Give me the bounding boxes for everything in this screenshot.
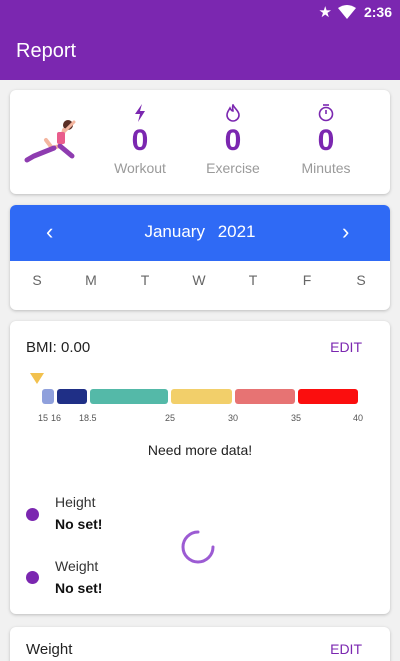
bmi-tick: 40 bbox=[353, 413, 364, 423]
status-bar: ★ 2:36 bbox=[0, 0, 400, 24]
bmi-scale-overweight bbox=[171, 389, 232, 404]
weight-value[interactable]: No set! bbox=[55, 580, 102, 596]
bmi-tick: 15 bbox=[38, 413, 49, 423]
page-title: Report bbox=[16, 40, 77, 62]
bmi-indicator-marker bbox=[30, 373, 44, 384]
workout-stat: 0 Workout bbox=[100, 104, 180, 176]
bmi-tick: 16 bbox=[51, 413, 62, 423]
workout-label: Workout bbox=[114, 160, 166, 176]
calendar-year: 2021 bbox=[217, 222, 256, 241]
exercise-stat: 0 Exercise bbox=[193, 104, 273, 176]
exercise-figure-illustration bbox=[24, 120, 76, 163]
weekday-thu: T bbox=[248, 272, 258, 288]
exercise-count: 0 bbox=[224, 124, 242, 157]
wifi-icon bbox=[338, 5, 356, 19]
bmi-tick: 35 bbox=[291, 413, 302, 423]
weekday-mon: M bbox=[85, 272, 97, 288]
weight-edit-button[interactable]: EDIT bbox=[330, 641, 362, 657]
bmi-edit-button[interactable]: EDIT bbox=[330, 339, 362, 355]
chevron-right-icon[interactable]: › bbox=[342, 219, 349, 245]
weekday-sat: S bbox=[356, 272, 366, 288]
weekday-sun: S bbox=[32, 272, 42, 288]
minutes-label: Minutes bbox=[301, 160, 351, 176]
bmi-scale-underweight bbox=[57, 389, 87, 404]
weekday-fri: F bbox=[302, 272, 312, 288]
exercise-label: Exercise bbox=[206, 160, 260, 176]
flame-icon bbox=[226, 104, 240, 122]
need-more-data-message: Need more data! bbox=[147, 442, 253, 458]
bmi-scale-obese bbox=[235, 389, 295, 404]
height-bullet bbox=[26, 508, 39, 521]
height-label: Height bbox=[55, 494, 96, 510]
minutes-count: 0 bbox=[317, 124, 335, 157]
app-bar: ★ 2:36 Report bbox=[0, 0, 400, 80]
weekday-tue: T bbox=[140, 272, 150, 288]
workout-count: 0 bbox=[131, 124, 149, 157]
status-time: 2:36 bbox=[363, 4, 392, 20]
calendar-month-year: January 2021 bbox=[10, 222, 390, 242]
bmi-title: BMI: 0.00 bbox=[26, 339, 91, 356]
bmi-scale-severely-obese bbox=[298, 389, 358, 404]
bmi-tick: 25 bbox=[165, 413, 176, 423]
minutes-stat: 0 Minutes bbox=[286, 104, 366, 176]
weight-label: Weight bbox=[55, 558, 99, 574]
summary-card: 0 Workout 0 Exercise 0 Minutes bbox=[10, 90, 390, 194]
bmi-scale-normal bbox=[90, 389, 168, 404]
loading-spinner-icon bbox=[181, 530, 215, 564]
bmi-tick: 18.5 bbox=[79, 413, 97, 423]
stopwatch-icon bbox=[318, 104, 334, 122]
weight-card: Weight EDIT bbox=[10, 627, 390, 661]
weekday-wed: W bbox=[192, 272, 206, 288]
calendar-month: January bbox=[144, 222, 205, 241]
calendar-card: ‹ January 2021 › S M T W T F S bbox=[10, 205, 390, 310]
bmi-card: BMI: 0.00 EDIT 15 16 18.5 25 30 35 40 Ne… bbox=[10, 321, 390, 614]
weight-bullet bbox=[26, 571, 39, 584]
lightning-icon bbox=[135, 104, 145, 122]
bmi-scale-underweight-severe bbox=[42, 389, 54, 404]
calendar-header: ‹ January 2021 › bbox=[10, 205, 390, 261]
height-value[interactable]: No set! bbox=[55, 516, 102, 532]
bmi-tick: 30 bbox=[228, 413, 239, 423]
weight-card-title: Weight bbox=[26, 641, 73, 658]
star-icon: ★ bbox=[318, 4, 332, 21]
